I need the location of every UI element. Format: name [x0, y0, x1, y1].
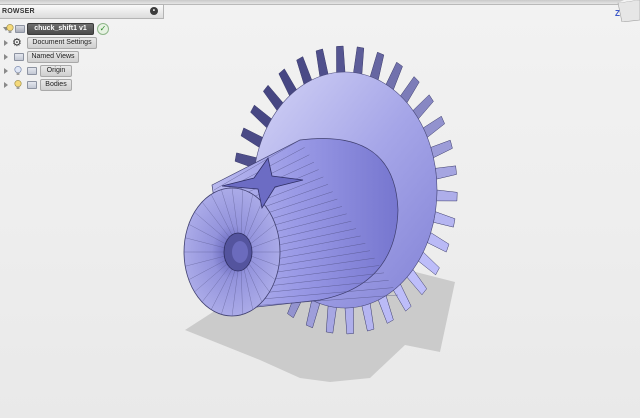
expand-triangle-icon[interactable] — [4, 40, 8, 46]
gear-tooth — [315, 48, 329, 77]
tree-row-bodies[interactable]: Bodies — [0, 79, 164, 91]
tree-row-origin[interactable]: Origin — [0, 65, 164, 77]
z-axis-label: Z — [615, 9, 620, 18]
lightbulb-icon[interactable] — [14, 80, 22, 90]
gear-tooth — [240, 127, 263, 148]
origin-label[interactable]: Origin — [40, 65, 72, 77]
component-name[interactable]: chuck_shift1 v1 — [27, 23, 94, 35]
tree-row-root[interactable]: chuck_shift1 v1 ✓ — [0, 23, 164, 35]
gear-tooth — [430, 139, 453, 159]
gear-tooth — [353, 46, 365, 75]
gear-tooth — [433, 211, 456, 228]
lightbulb-icon[interactable] — [6, 24, 14, 34]
expand-triangle-icon[interactable] — [4, 54, 8, 60]
tree-row-named-views[interactable]: Named Views — [0, 51, 164, 63]
gear-tooth — [296, 56, 313, 85]
check-icon: ✓ — [97, 23, 109, 35]
browser-title: ROWSER — [2, 8, 35, 15]
browser-panel: ROWSER • chuck_shift1 v1 ✓ ⚙ Document Se… — [0, 4, 164, 91]
folder-icon — [27, 67, 37, 75]
minus-circle-icon[interactable]: • — [150, 7, 158, 15]
named-views-label[interactable]: Named Views — [27, 51, 79, 63]
gear-tooth — [427, 232, 450, 253]
center-bore-inner — [232, 241, 248, 263]
gear-tooth — [422, 115, 445, 138]
folder-icon — [14, 53, 24, 61]
gear-tooth — [435, 165, 457, 180]
document-settings-label[interactable]: Document Settings — [27, 37, 97, 49]
browser-header: ROWSER • — [0, 4, 164, 19]
expand-triangle-icon[interactable] — [4, 82, 8, 88]
expand-triangle-icon[interactable] — [4, 68, 8, 74]
bodies-label[interactable]: Bodies — [40, 79, 72, 91]
component-icon — [15, 25, 25, 33]
gear-tooth — [436, 189, 458, 202]
lightbulb-icon[interactable] — [14, 66, 22, 76]
gear-tooth — [336, 45, 346, 73]
folder-icon — [27, 81, 37, 89]
gear-tooth — [385, 61, 403, 91]
gear-tooth — [369, 51, 385, 81]
gear-icon: ⚙ — [12, 37, 22, 49]
tree-row-document-settings[interactable]: ⚙ Document Settings — [0, 37, 164, 49]
